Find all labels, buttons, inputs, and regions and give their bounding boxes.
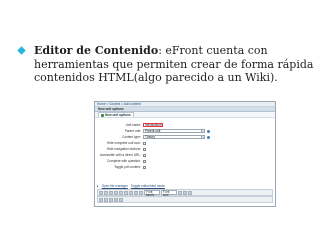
parent-unit-select[interactable]: Parent unit <box>143 128 205 134</box>
chevron-down-icon <box>201 129 204 133</box>
file-manager-icon: ▸ <box>97 183 99 188</box>
justify-button[interactable] <box>134 190 138 195</box>
italic-button[interactable] <box>104 190 108 195</box>
form-row-toggle-pdf: Toggle pdf content: <box>95 164 275 170</box>
undo-button[interactable] <box>114 197 118 202</box>
font-family-select[interactable]: Font family <box>144 190 160 197</box>
unit-name-input[interactable]: Introduction <box>143 122 163 128</box>
bullet-title: Editor de Contenido <box>34 44 159 57</box>
hide-navigation-checkbox[interactable] <box>143 147 146 151</box>
content-type-value: Theory <box>145 134 155 139</box>
toggle-editor-link[interactable]: Toggle editor/html mode <box>131 184 165 188</box>
unit-name-label: Unit name: <box>125 123 141 127</box>
toggle-pdf-checkbox[interactable] <box>143 165 146 169</box>
unit-form: Unit name: Introduction Parent unit: Par… <box>95 122 275 170</box>
align-left-button[interactable] <box>119 190 123 195</box>
hide-complete-label: Hide complete unit icon: <box>106 141 141 145</box>
copy-button[interactable] <box>104 197 108 202</box>
font-size-select[interactable]: Font size <box>161 190 177 197</box>
content-type-label: Content type: <box>122 135 141 139</box>
tab-new-unit-options[interactable]: New unit options <box>98 112 134 117</box>
editor-toolbar: Font family Font size <box>97 189 273 197</box>
bullet-paragraph: Editor de Contenido: eFront cuenta con h… <box>34 44 314 85</box>
help-icon[interactable] <box>207 135 210 139</box>
bullet-icon <box>17 46 26 55</box>
parent-unit-label: Parent unit: <box>124 129 141 133</box>
paste-button[interactable] <box>109 197 113 202</box>
tab-strip: New unit options <box>95 112 275 118</box>
bold-button[interactable] <box>99 190 103 195</box>
slide-bullet: Editor de Contenido: eFront cuenta con h… <box>17 44 314 85</box>
redo-button[interactable] <box>119 197 123 202</box>
direct-url-checkbox[interactable] <box>143 153 146 157</box>
efront-screenshot: Home > Content > Add content New unit op… <box>94 101 276 207</box>
hide-complete-checkbox[interactable] <box>143 141 146 145</box>
unit-icon <box>101 113 104 117</box>
align-center-button[interactable] <box>124 190 128 195</box>
direct-url-label: Accessible with a direct URL: <box>99 153 141 157</box>
tab-label: New unit options <box>105 113 131 117</box>
table-button[interactable] <box>188 190 192 195</box>
content-type-select[interactable]: Theory <box>143 134 205 140</box>
link-button[interactable] <box>178 190 182 195</box>
strike-button[interactable] <box>114 190 118 195</box>
image-button[interactable] <box>183 190 187 195</box>
parent-unit-value: Parent unit <box>145 128 161 133</box>
list-button[interactable] <box>139 190 143 195</box>
help-icon[interactable] <box>207 129 210 133</box>
complete-question-checkbox[interactable] <box>143 159 146 163</box>
align-right-button[interactable] <box>129 190 133 195</box>
editor-toolbar-secondary <box>97 196 273 203</box>
complete-question-label: Complete with question: <box>106 159 141 163</box>
open-file-manager-link[interactable]: Open file manager <box>102 184 128 188</box>
editor-links: ▸ Open file manager Toggle editor/html m… <box>97 183 273 188</box>
chevron-down-icon <box>201 135 204 139</box>
hide-navigation-label: Hide navigation buttons: <box>106 147 141 151</box>
cut-button[interactable] <box>99 197 103 202</box>
underline-button[interactable] <box>109 190 113 195</box>
toggle-pdf-label: Toggle pdf content: <box>114 165 141 169</box>
